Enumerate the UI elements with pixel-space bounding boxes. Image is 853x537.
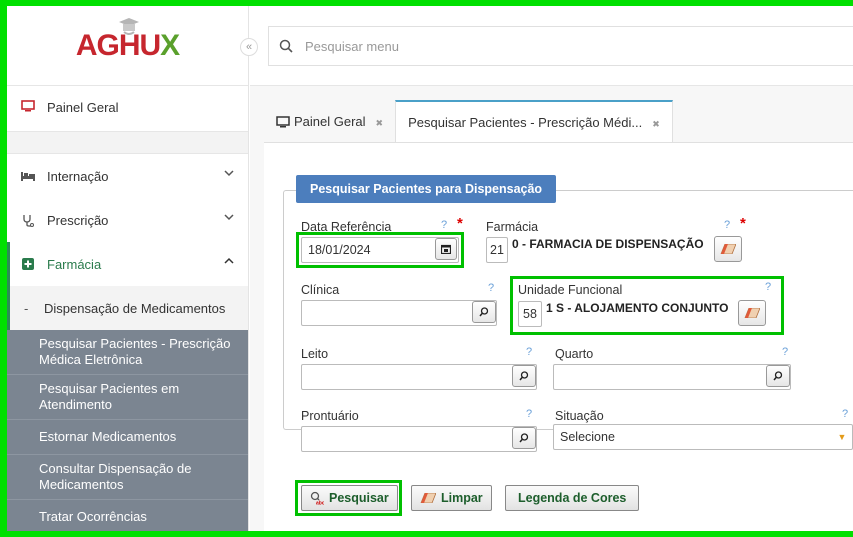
sidebar-separator	[7, 132, 248, 154]
main-content: Painel Geral ✖ Pesquisar Pacientes - Pre…	[250, 86, 853, 531]
sidebar-item-label: Farmácia	[47, 256, 102, 272]
highlight-box-unidade	[510, 276, 784, 335]
prontuario-label: Prontuário	[301, 409, 359, 423]
sidebar-item-painel-geral[interactable]: Painel Geral	[7, 86, 248, 132]
required-marker: *	[740, 215, 746, 232]
eraser-icon	[420, 493, 436, 503]
farmacia-clear-button[interactable]	[714, 236, 742, 262]
help-icon[interactable]: ?	[526, 346, 532, 358]
chevron-down-icon	[224, 214, 234, 221]
help-icon[interactable]: ?	[526, 408, 532, 420]
sidebar-subitem-estornar[interactable]: Estornar Medicamentos	[7, 420, 248, 455]
help-icon[interactable]: ?	[782, 346, 788, 358]
sidebar-subitem-pesquisar-atendimento[interactable]: Pesquisar Pacientes em Atendimento	[7, 375, 248, 420]
fieldset-legend: Pesquisar Pacientes para Dispensação	[296, 175, 557, 203]
graduation-cap-icon	[119, 18, 139, 35]
search-icon	[479, 307, 489, 317]
farmacia-value: 0 - FARMACIA DE DISPENSAÇÃO	[512, 237, 704, 251]
highlight-box-pesquisar	[295, 480, 402, 516]
tab-label: Pesquisar Pacientes - Prescrição Médi...	[408, 114, 643, 130]
sidebar-item-label: Internação	[47, 168, 109, 184]
dropdown-arrow-icon: ▼	[837, 432, 847, 442]
quarto-label: Quarto	[555, 347, 594, 361]
quarto-search-button[interactable]	[766, 365, 790, 387]
plus-square-icon	[19, 258, 37, 270]
leito-input[interactable]	[301, 364, 537, 390]
quarto-input[interactable]	[553, 364, 791, 390]
farmacia-label: Farmácia	[486, 220, 539, 234]
help-icon[interactable]: ?	[842, 408, 848, 420]
farmacia-code-input[interactable]: 21	[486, 237, 508, 263]
highlight-frame-left	[0, 0, 7, 537]
search-icon	[519, 371, 529, 381]
required-marker: *	[457, 215, 463, 232]
search-placeholder: Pesquisar menu	[305, 38, 399, 54]
clinica-search-button[interactable]	[472, 301, 496, 323]
limpar-label: Limpar	[441, 491, 483, 505]
close-icon[interactable]: ✖	[652, 119, 660, 130]
eraser-icon	[720, 244, 736, 254]
prontuario-search-button[interactable]	[512, 427, 536, 449]
monitor-icon	[19, 100, 37, 112]
situacao-select[interactable]: Selecione ▼	[553, 424, 853, 450]
leito-search-button[interactable]	[512, 365, 536, 387]
highlight-box-data	[296, 232, 464, 268]
clinica-input[interactable]	[301, 300, 497, 326]
highlight-frame-bottom	[0, 531, 853, 537]
close-icon[interactable]: ✖	[376, 118, 384, 129]
search-input[interactable]: Pesquisar menu	[268, 26, 853, 66]
leito-label: Leito	[301, 347, 329, 361]
legenda-cores-button[interactable]: Legenda de Cores	[505, 485, 640, 511]
tab-pesquisar-pacientes[interactable]: Pesquisar Pacientes - Prescrição Médi...…	[395, 100, 673, 142]
legenda-label: Legenda de Cores	[518, 491, 627, 505]
dash-icon: -	[24, 300, 29, 316]
chevron-up-icon	[224, 257, 234, 264]
sidebar-group-farmacia: Farmácia - Dispensação de Medicamentos	[7, 242, 248, 330]
tab-bar: Painel Geral ✖ Pesquisar Pacientes - Pre…	[264, 100, 673, 142]
monitor-icon	[276, 115, 290, 128]
situacao-selected-value: Selecione	[560, 430, 615, 444]
sidebar-subitem-dispensacao[interactable]: - Dispensação de Medicamentos	[10, 286, 248, 330]
limpar-button[interactable]: Limpar	[411, 485, 492, 511]
help-icon[interactable]: ?	[488, 282, 494, 294]
sidebar-item-label: Prescrição	[47, 212, 109, 228]
tab-label: Painel Geral	[294, 114, 366, 129]
prontuario-input[interactable]	[301, 426, 537, 452]
sidebar: AGHUX Painel Geral Internação Prescrição…	[7, 6, 249, 531]
sidebar-item-internacao[interactable]: Internação	[7, 154, 248, 198]
search-icon	[773, 371, 783, 381]
search-panel: Pesquisar Pacientes para Dispensação Dat…	[264, 142, 853, 531]
bed-icon	[19, 171, 37, 181]
sidebar-item-label: Painel Geral	[47, 100, 119, 115]
stethoscope-icon	[19, 214, 37, 227]
clinica-label: Clínica	[301, 283, 340, 297]
chevron-down-icon	[224, 170, 234, 177]
help-icon[interactable]: ?	[724, 219, 730, 231]
search-icon	[279, 39, 293, 53]
sidebar-item-prescricao[interactable]: Prescrição	[7, 198, 248, 242]
search-icon	[519, 433, 529, 443]
sidebar-item-farmacia[interactable]: Farmácia	[10, 242, 248, 286]
sidebar-subitem-label: Dispensação de Medicamentos	[44, 300, 226, 316]
topbar: Pesquisar menu	[250, 6, 853, 86]
sidebar-collapse-button[interactable]: «	[240, 38, 258, 56]
tab-painel-geral[interactable]: Painel Geral ✖	[264, 100, 395, 142]
app-logo[interactable]: AGHUX	[7, 6, 248, 86]
sidebar-subitem-ocorrencias[interactable]: Tratar Ocorrências	[7, 500, 248, 531]
sidebar-subitem-pesquisar-prescricao[interactable]: Pesquisar Pacientes - Prescrição Médica …	[7, 330, 248, 375]
sidebar-subitem-consultar[interactable]: Consultar Dispensação de Medicamentos	[7, 455, 248, 500]
help-icon[interactable]: ?	[441, 219, 447, 231]
situacao-label: Situação	[555, 409, 604, 423]
